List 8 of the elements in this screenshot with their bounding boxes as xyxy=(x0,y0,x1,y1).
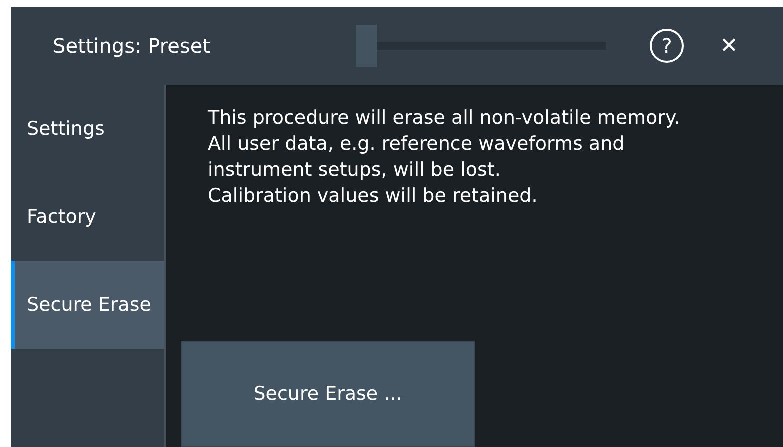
sidebar-tab[interactable]: Secure Erase xyxy=(11,261,164,349)
sidebar-tab[interactable]: Settings xyxy=(11,85,164,173)
info-paragraph: This procedure will erase all non-volatile memory. All user data, e.g. reference waveforms and instrument setups, will be lost. Calibration values will be retained. xyxy=(208,106,682,209)
window-title: Settings: Preset xyxy=(53,34,212,58)
sidebar-tab[interactable]: Factory xyxy=(11,173,164,261)
help-icon[interactable]: ? xyxy=(650,29,684,63)
secure-erase-button[interactable]: Secure Erase ... xyxy=(181,341,475,447)
slider-thumb[interactable] xyxy=(356,25,377,67)
